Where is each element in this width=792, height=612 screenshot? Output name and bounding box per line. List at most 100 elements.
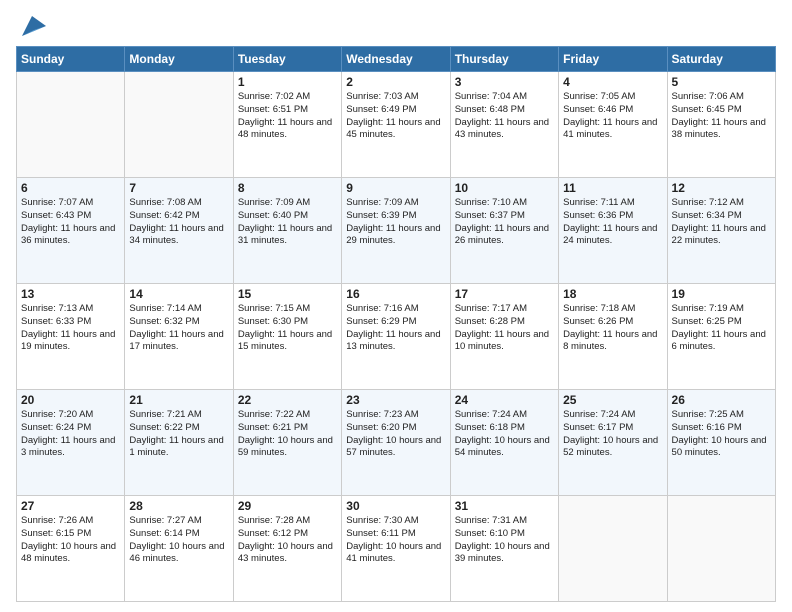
cell-details: Sunrise: 7:21 AM Sunset: 6:22 PM Dayligh… <box>129 409 228 460</box>
day-number: 13 <box>21 287 120 301</box>
day-header-monday: Monday <box>125 47 233 72</box>
calendar-cell: 21 Sunrise: 7:21 AM Sunset: 6:22 PM Dayli… <box>125 390 233 496</box>
day-header-sunday: Sunday <box>17 47 125 72</box>
calendar-week-row: 27 Sunrise: 7:26 AM Sunset: 6:15 PM Dayli… <box>17 496 776 602</box>
cell-details: Sunrise: 7:16 AM Sunset: 6:29 PM Dayligh… <box>346 303 445 354</box>
cell-details: Sunrise: 7:06 AM Sunset: 6:45 PM Dayligh… <box>672 91 771 142</box>
cell-details: Sunrise: 7:25 AM Sunset: 6:16 PM Dayligh… <box>672 409 771 460</box>
cell-details: Sunrise: 7:11 AM Sunset: 6:36 PM Dayligh… <box>563 197 662 248</box>
calendar-cell: 30Sunrise: 7:30 AM Sunset: 6:11 PM Dayli… <box>342 496 450 602</box>
cell-details: Sunrise: 7:08 AM Sunset: 6:42 PM Dayligh… <box>129 197 228 248</box>
day-number: 4 <box>563 75 662 89</box>
day-number: 12 <box>672 181 771 195</box>
day-number: 21 <box>129 393 228 407</box>
day-number: 7 <box>129 181 228 195</box>
logo-icon <box>18 12 46 40</box>
calendar-cell: 2Sunrise: 7:03 AM Sunset: 6:49 PM Daylig… <box>342 72 450 178</box>
calendar-cell: 8 Sunrise: 7:09 AM Sunset: 6:40 PM Daylig… <box>233 178 341 284</box>
cell-details: Sunrise: 7:20 AM Sunset: 6:24 PM Dayligh… <box>21 409 120 460</box>
day-number: 28 <box>129 499 228 513</box>
day-header-friday: Friday <box>559 47 667 72</box>
day-number: 1 <box>238 75 337 89</box>
calendar-cell: 6 Sunrise: 7:07 AM Sunset: 6:43 PM Daylig… <box>17 178 125 284</box>
cell-details: Sunrise: 7:15 AM Sunset: 6:30 PM Dayligh… <box>238 303 337 354</box>
cell-details: Sunrise: 7:23 AM Sunset: 6:20 PM Dayligh… <box>346 409 445 460</box>
cell-details: Sunrise: 7:07 AM Sunset: 6:43 PM Dayligh… <box>21 197 120 248</box>
calendar-cell: 13 Sunrise: 7:13 AM Sunset: 6:33 PM Dayli… <box>17 284 125 390</box>
calendar-cell: 10Sunrise: 7:10 AM Sunset: 6:37 PM Dayli… <box>450 178 558 284</box>
day-header-thursday: Thursday <box>450 47 558 72</box>
cell-details: Sunrise: 7:18 AM Sunset: 6:26 PM Dayligh… <box>563 303 662 354</box>
calendar-cell: 27 Sunrise: 7:26 AM Sunset: 6:15 PM Dayli… <box>17 496 125 602</box>
cell-details: Sunrise: 7:19 AM Sunset: 6:25 PM Dayligh… <box>672 303 771 354</box>
calendar-cell: 16 Sunrise: 7:16 AM Sunset: 6:29 PM Dayli… <box>342 284 450 390</box>
day-header-saturday: Saturday <box>667 47 775 72</box>
cell-details: Sunrise: 7:26 AM Sunset: 6:15 PM Dayligh… <box>21 515 120 566</box>
cell-details: Sunrise: 7:22 AM Sunset: 6:21 PM Dayligh… <box>238 409 337 460</box>
calendar-cell: 28 Sunrise: 7:27 AM Sunset: 6:14 PM Dayli… <box>125 496 233 602</box>
calendar-cell: 20 Sunrise: 7:20 AM Sunset: 6:24 PM Dayli… <box>17 390 125 496</box>
calendar-cell: 22 Sunrise: 7:22 AM Sunset: 6:21 PM Dayli… <box>233 390 341 496</box>
cell-details: Sunrise: 7:24 AM Sunset: 6:17 PM Dayligh… <box>563 409 662 460</box>
calendar-cell: 18 Sunrise: 7:18 AM Sunset: 6:26 PM Dayli… <box>559 284 667 390</box>
calendar-cell: 14 Sunrise: 7:14 AM Sunset: 6:32 PM Dayli… <box>125 284 233 390</box>
calendar-cell: 4 Sunrise: 7:05 AM Sunset: 6:46 PM Daylig… <box>559 72 667 178</box>
day-number: 27 <box>21 499 120 513</box>
calendar-cell <box>17 72 125 178</box>
day-number: 29 <box>238 499 337 513</box>
calendar-cell <box>559 496 667 602</box>
calendar-cell: 1 Sunrise: 7:02 AM Sunset: 6:51 PM Daylig… <box>233 72 341 178</box>
page: SundayMondayTuesdayWednesdayThursdayFrid… <box>0 0 792 612</box>
cell-details: Sunrise: 7:04 AM Sunset: 6:48 PM Dayligh… <box>455 91 554 142</box>
calendar-week-row: 6 Sunrise: 7:07 AM Sunset: 6:43 PM Daylig… <box>17 178 776 284</box>
header <box>16 12 776 40</box>
calendar-cell: 31 Sunrise: 7:31 AM Sunset: 6:10 PM Dayli… <box>450 496 558 602</box>
calendar-table: SundayMondayTuesdayWednesdayThursdayFrid… <box>16 46 776 602</box>
calendar-cell: 11 Sunrise: 7:11 AM Sunset: 6:36 PM Dayli… <box>559 178 667 284</box>
calendar-cell: 5 Sunrise: 7:06 AM Sunset: 6:45 PM Daylig… <box>667 72 775 178</box>
day-number: 25 <box>563 393 662 407</box>
cell-details: Sunrise: 7:05 AM Sunset: 6:46 PM Dayligh… <box>563 91 662 142</box>
cell-details: Sunrise: 7:14 AM Sunset: 6:32 PM Dayligh… <box>129 303 228 354</box>
cell-details: Sunrise: 7:24 AM Sunset: 6:18 PM Dayligh… <box>455 409 554 460</box>
cell-details: Sunrise: 7:31 AM Sunset: 6:10 PM Dayligh… <box>455 515 554 566</box>
day-header-wednesday: Wednesday <box>342 47 450 72</box>
day-number: 11 <box>563 181 662 195</box>
calendar-header-row: SundayMondayTuesdayWednesdayThursdayFrid… <box>17 47 776 72</box>
cell-details: Sunrise: 7:09 AM Sunset: 6:40 PM Dayligh… <box>238 197 337 248</box>
day-number: 9 <box>346 181 445 195</box>
day-number: 5 <box>672 75 771 89</box>
calendar-cell <box>125 72 233 178</box>
day-number: 20 <box>21 393 120 407</box>
calendar-cell: 19Sunrise: 7:19 AM Sunset: 6:25 PM Dayli… <box>667 284 775 390</box>
calendar-cell: 15 Sunrise: 7:15 AM Sunset: 6:30 PM Dayli… <box>233 284 341 390</box>
calendar-cell: 29 Sunrise: 7:28 AM Sunset: 6:12 PM Dayli… <box>233 496 341 602</box>
day-number: 18 <box>563 287 662 301</box>
day-number: 8 <box>238 181 337 195</box>
cell-details: Sunrise: 7:09 AM Sunset: 6:39 PM Dayligh… <box>346 197 445 248</box>
day-number: 23 <box>346 393 445 407</box>
logo <box>16 12 46 40</box>
day-number: 24 <box>455 393 554 407</box>
day-number: 2 <box>346 75 445 89</box>
day-number: 3 <box>455 75 554 89</box>
calendar-cell: 23 Sunrise: 7:23 AM Sunset: 6:20 PM Dayli… <box>342 390 450 496</box>
day-number: 14 <box>129 287 228 301</box>
calendar-cell: 17Sunrise: 7:17 AM Sunset: 6:28 PM Dayli… <box>450 284 558 390</box>
cell-details: Sunrise: 7:02 AM Sunset: 6:51 PM Dayligh… <box>238 91 337 142</box>
calendar-cell <box>667 496 775 602</box>
day-number: 31 <box>455 499 554 513</box>
cell-details: Sunrise: 7:30 AM Sunset: 6:11 PM Dayligh… <box>346 515 445 566</box>
day-number: 22 <box>238 393 337 407</box>
day-number: 16 <box>346 287 445 301</box>
day-number: 26 <box>672 393 771 407</box>
cell-details: Sunrise: 7:27 AM Sunset: 6:14 PM Dayligh… <box>129 515 228 566</box>
cell-details: Sunrise: 7:12 AM Sunset: 6:34 PM Dayligh… <box>672 197 771 248</box>
calendar-cell: 24 Sunrise: 7:24 AM Sunset: 6:18 PM Dayli… <box>450 390 558 496</box>
day-number: 15 <box>238 287 337 301</box>
calendar-cell: 9 Sunrise: 7:09 AM Sunset: 6:39 PM Daylig… <box>342 178 450 284</box>
day-number: 6 <box>21 181 120 195</box>
cell-details: Sunrise: 7:28 AM Sunset: 6:12 PM Dayligh… <box>238 515 337 566</box>
day-header-tuesday: Tuesday <box>233 47 341 72</box>
cell-details: Sunrise: 7:13 AM Sunset: 6:33 PM Dayligh… <box>21 303 120 354</box>
